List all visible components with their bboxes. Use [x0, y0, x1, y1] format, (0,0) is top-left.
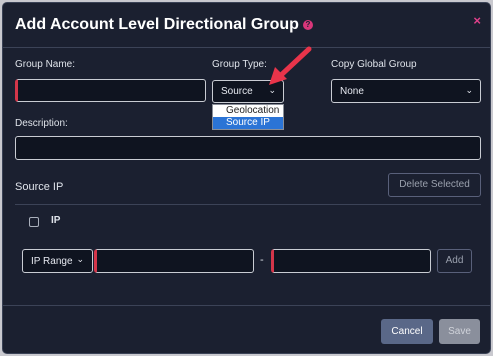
cancel-button[interactable]: Cancel: [381, 319, 433, 344]
select-all-checkbox[interactable]: [29, 217, 39, 227]
copy-global-select[interactable]: None ⌄: [331, 79, 481, 103]
footer-divider: [3, 305, 490, 306]
group-name-input[interactable]: [15, 79, 206, 102]
group-name-label: Group Name:: [15, 59, 76, 70]
modal-title-text: Add Account Level Directional Group: [15, 16, 299, 33]
group-type-value: Source: [221, 86, 253, 97]
chevron-down-icon: ⌄: [465, 85, 473, 95]
add-directional-group-modal: Add Account Level Directional Group? × G…: [2, 2, 491, 354]
copy-global-value: None: [340, 86, 364, 97]
red-arrow-annotation: [269, 46, 312, 85]
save-button[interactable]: Save: [439, 319, 480, 344]
chevron-down-icon: ⌄: [76, 254, 84, 264]
copy-global-label: Copy Global Group: [331, 59, 417, 70]
description-label: Description:: [15, 118, 68, 129]
group-type-option-source-ip[interactable]: Source IP: [213, 117, 283, 129]
section-divider: [15, 204, 481, 205]
description-input[interactable]: [15, 136, 481, 160]
group-type-option-geolocation[interactable]: Geolocation: [213, 105, 283, 117]
modal-title: Add Account Level Directional Group?: [15, 16, 313, 34]
delete-selected-button[interactable]: Delete Selected: [388, 173, 481, 197]
range-separator: -: [260, 254, 264, 266]
group-type-dropdown: Geolocation Source IP: [212, 104, 284, 130]
help-icon[interactable]: ?: [302, 19, 313, 30]
range-type-select[interactable]: IP Range ⌄: [22, 249, 93, 273]
modal-header: Add Account Level Directional Group? ×: [3, 3, 490, 48]
ip-range-end-input[interactable]: [271, 249, 431, 273]
add-ip-button[interactable]: Add: [437, 249, 472, 273]
ip-range-start-input[interactable]: [94, 249, 254, 273]
group-type-label: Group Type:: [212, 59, 267, 70]
source-ip-title: Source IP: [15, 181, 64, 193]
close-icon[interactable]: ×: [473, 13, 481, 28]
ip-column-header: IP: [51, 215, 61, 226]
range-type-value: IP Range: [31, 256, 73, 267]
